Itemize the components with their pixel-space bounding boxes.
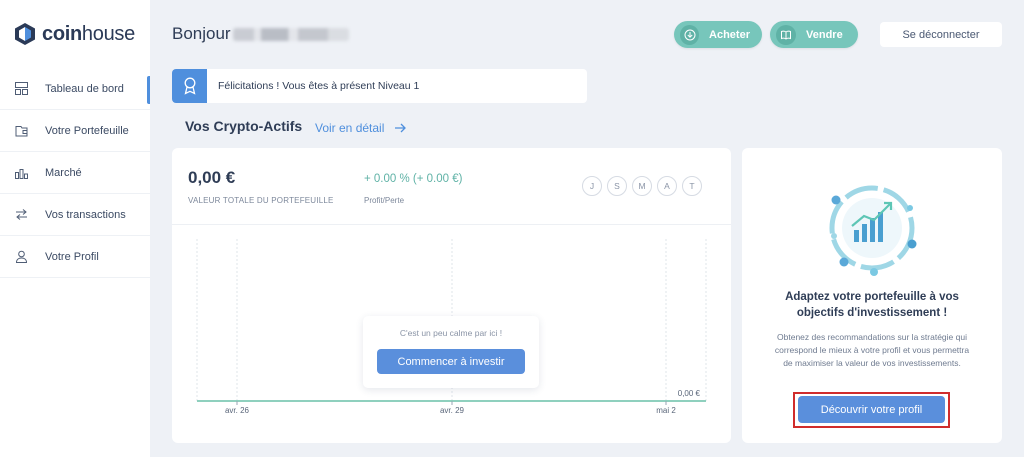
sidebar-nav: Tableau de bord Votre Portefeuille March…	[0, 68, 150, 278]
sidebar-item-profile[interactable]: Votre Profil	[0, 236, 150, 278]
sidebar-item-dashboard[interactable]: Tableau de bord	[0, 68, 150, 110]
greeting-text: Bonjour	[172, 24, 231, 43]
portfolio-total-label: VALEUR TOTALE DU PORTEFEUILLE	[188, 196, 334, 205]
award-ribbon-icon	[172, 69, 207, 103]
logo-text-light: house	[81, 22, 135, 45]
coinhouse-logo[interactable]: coinhouse	[14, 22, 135, 46]
wallet-icon	[14, 124, 28, 138]
sidebar-item-label: Vos transactions	[45, 208, 126, 221]
download-arrow-icon	[680, 24, 700, 45]
sidebar: coinhouse Tableau de bord Votre Portefeu…	[0, 0, 150, 457]
bar-chart-icon	[14, 166, 28, 180]
promo-description: Obtenez des recommandations sur la strat…	[756, 331, 988, 370]
view-details-label: Voir en détail	[315, 121, 385, 135]
sidebar-item-label: Marché	[45, 166, 82, 179]
start-investing-button[interactable]: Commencer à investir	[377, 349, 525, 374]
period-month[interactable]: M	[632, 176, 652, 196]
portfolio-card: 0,00 € VALEUR TOTALE DU PORTEFEUILLE + 0…	[172, 148, 731, 443]
dashboard-icon	[14, 82, 28, 96]
profit-loss-value: + 0.00 % (+ 0.00 €)	[364, 173, 463, 185]
promo-title: Adaptez votre portefeuille à vos objecti…	[752, 289, 992, 321]
growth-chart-coins-icon	[829, 185, 917, 276]
promo-title-line: objectifs d'investissement !	[796, 307, 948, 319]
x-tick-label: avr. 29	[440, 406, 465, 415]
blurred-user-name	[232, 27, 349, 41]
period-selector: J S M A T	[582, 176, 702, 196]
section-title: Vos Crypto-Actifs	[185, 118, 303, 134]
sidebar-item-label: Votre Portefeuille	[45, 124, 129, 137]
promo-desc-line: Obtenez des recommandations sur la strat…	[777, 332, 967, 342]
notification-text: Félicitations ! Vous êtes à présent Nive…	[218, 80, 420, 92]
promo-title-line: Adaptez votre portefeuille à vos	[785, 291, 959, 303]
portfolio-total-value: 0,00 €	[188, 168, 236, 187]
sidebar-item-label: Votre Profil	[45, 250, 99, 263]
period-year[interactable]: A	[657, 176, 677, 196]
promo-desc-line: correspond le mieux à votre profil et vo…	[774, 345, 970, 355]
buy-button[interactable]: Acheter	[674, 21, 762, 48]
chart-end-value-label: 0,00 €	[678, 389, 701, 398]
x-tick-label: avr. 26	[225, 406, 250, 415]
logo-text-bold: coin	[42, 22, 82, 45]
user-icon	[14, 250, 28, 264]
sidebar-item-market[interactable]: Marché	[0, 152, 150, 194]
promo-desc-line: de maximiser la valeur de vos investisse…	[783, 358, 961, 368]
sidebar-item-transactions[interactable]: Vos transactions	[0, 194, 150, 236]
period-total[interactable]: T	[682, 176, 702, 196]
empty-state-popup: C'est un peu calme par ici ! Commencer à…	[363, 316, 539, 388]
sidebar-item-portfolio[interactable]: Votre Portefeuille	[0, 110, 150, 152]
transfer-arrows-icon	[14, 208, 28, 222]
level-notification: Félicitations ! Vous êtes à présent Nive…	[172, 69, 587, 103]
empty-state-text: C'est un peu calme par ici !	[399, 328, 503, 338]
greeting: Bonjour	[172, 24, 349, 44]
sell-button-label: Vendre	[806, 28, 843, 41]
profile-promo-card: Adaptez votre portefeuille à vos objecti…	[742, 148, 1002, 443]
discover-profile-button[interactable]: Découvrir votre profil	[798, 396, 945, 423]
x-tick-label: mai 2	[656, 406, 676, 415]
arrow-right-icon	[395, 123, 407, 133]
logout-button[interactable]: Se déconnecter	[880, 22, 1002, 47]
period-week[interactable]: S	[607, 176, 627, 196]
profit-loss-label: Profit/Perte	[364, 196, 405, 205]
coinhouse-logo-icon	[15, 23, 35, 45]
sell-button[interactable]: Vendre	[770, 21, 858, 48]
buy-button-label: Acheter	[709, 28, 750, 41]
view-details-link[interactable]: Voir en détail	[315, 121, 407, 135]
book-open-icon	[776, 24, 796, 45]
sidebar-item-label: Tableau de bord	[45, 82, 124, 95]
period-day[interactable]: J	[582, 176, 602, 196]
